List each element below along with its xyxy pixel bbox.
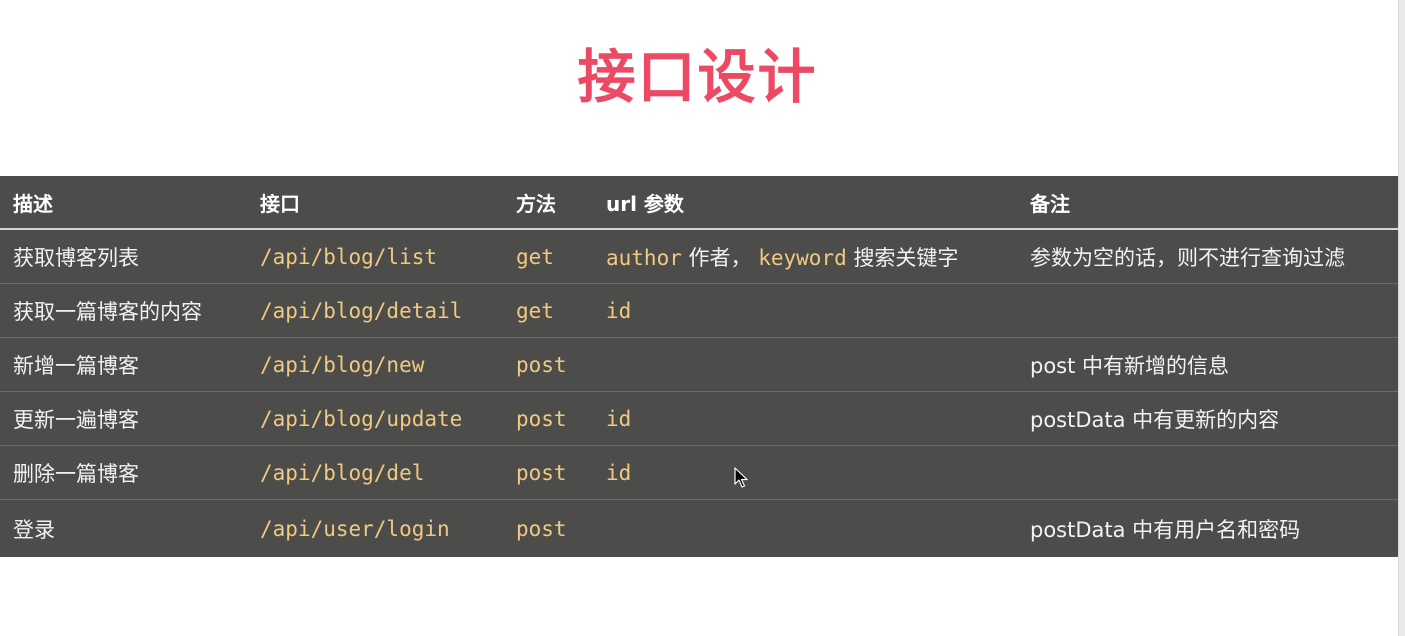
mouse-cursor-icon — [734, 467, 748, 488]
row-note — [1030, 283, 1400, 338]
window-edge — [1398, 0, 1405, 636]
row-params: id — [606, 283, 1030, 338]
param-code: keyword — [758, 245, 847, 270]
row-api: /api/blog/update — [260, 391, 516, 446]
table-row: 获取一篇博客的内容 /api/blog/detail get id — [0, 283, 1400, 338]
row-note: postData 中有更新的内容 — [1030, 391, 1400, 446]
page-title: 接口设计 — [577, 43, 818, 111]
row-params: author 作者， keyword 搜索关键字 — [606, 229, 1030, 284]
api-table: 描述 接口 方法 url 参数 备注 获取博客列表 /api/blog/list… — [0, 176, 1400, 557]
api-table-container: 描述 接口 方法 url 参数 备注 获取博客列表 /api/blog/list… — [0, 176, 1400, 557]
table-row: 更新一遍博客 /api/blog/update post id postData… — [0, 391, 1400, 446]
param-code: id — [606, 460, 632, 485]
row-params: id — [606, 391, 1030, 446]
param-code: author — [606, 245, 682, 270]
row-params: id — [606, 445, 1030, 500]
table-row: 删除一篇博客 /api/blog/del post id — [0, 445, 1400, 500]
param-text: 搜索关键字 — [853, 245, 959, 270]
row-method: post — [516, 391, 606, 446]
row-api: /api/blog/new — [260, 337, 516, 392]
param-code: id — [606, 406, 632, 431]
row-method: post — [516, 445, 606, 500]
row-desc: 获取博客列表 — [0, 229, 260, 284]
row-note: post 中有新增的信息 — [1030, 337, 1400, 392]
header-params: url 参数 — [606, 176, 1030, 230]
row-desc: 获取一篇博客的内容 — [0, 283, 260, 338]
row-note — [1030, 445, 1400, 500]
row-api: /api/user/login — [260, 516, 450, 541]
param-text: 作者， — [688, 245, 752, 270]
header-api: 接口 — [260, 176, 516, 230]
row-desc: 更新一遍博客 — [0, 391, 260, 446]
header-desc: 描述 — [0, 176, 260, 230]
row-note: 参数为空的话，则不进行查询过滤 — [1030, 229, 1400, 284]
table-header-row: 描述 接口 方法 url 参数 备注 — [0, 176, 1400, 230]
header-note: 备注 — [1030, 176, 1400, 230]
slide-page: 接口设计 描述 接口 方法 url 参数 备注 获取博客列表 /api/blog… — [0, 0, 1405, 636]
header-method: 方法 — [516, 176, 606, 230]
row-desc: 新增一篇博客 — [0, 337, 260, 392]
row-api: /api/blog/detail — [260, 283, 516, 338]
row-method: post — [516, 337, 606, 392]
row-method: get — [516, 283, 606, 338]
row-method: get — [516, 229, 606, 284]
table-row: 登录 /api/user/login post postData 中有用户名和密… — [0, 500, 1400, 558]
row-params — [606, 500, 1030, 558]
row-api: /api/blog/del — [260, 445, 516, 500]
table-row: 获取博客列表 /api/blog/list get author 作者， key… — [0, 229, 1400, 284]
row-note: postData 中有用户名和密码 — [1030, 517, 1301, 542]
row-params — [606, 337, 1030, 392]
row-api: /api/blog/list — [260, 229, 516, 284]
param-code: id — [606, 298, 632, 323]
row-desc: 删除一篇博客 — [0, 445, 260, 500]
table-row: 新增一篇博客 /api/blog/new post post 中有新增的信息 — [0, 337, 1400, 392]
row-desc: 登录 — [13, 517, 55, 542]
row-method: post — [516, 516, 567, 541]
